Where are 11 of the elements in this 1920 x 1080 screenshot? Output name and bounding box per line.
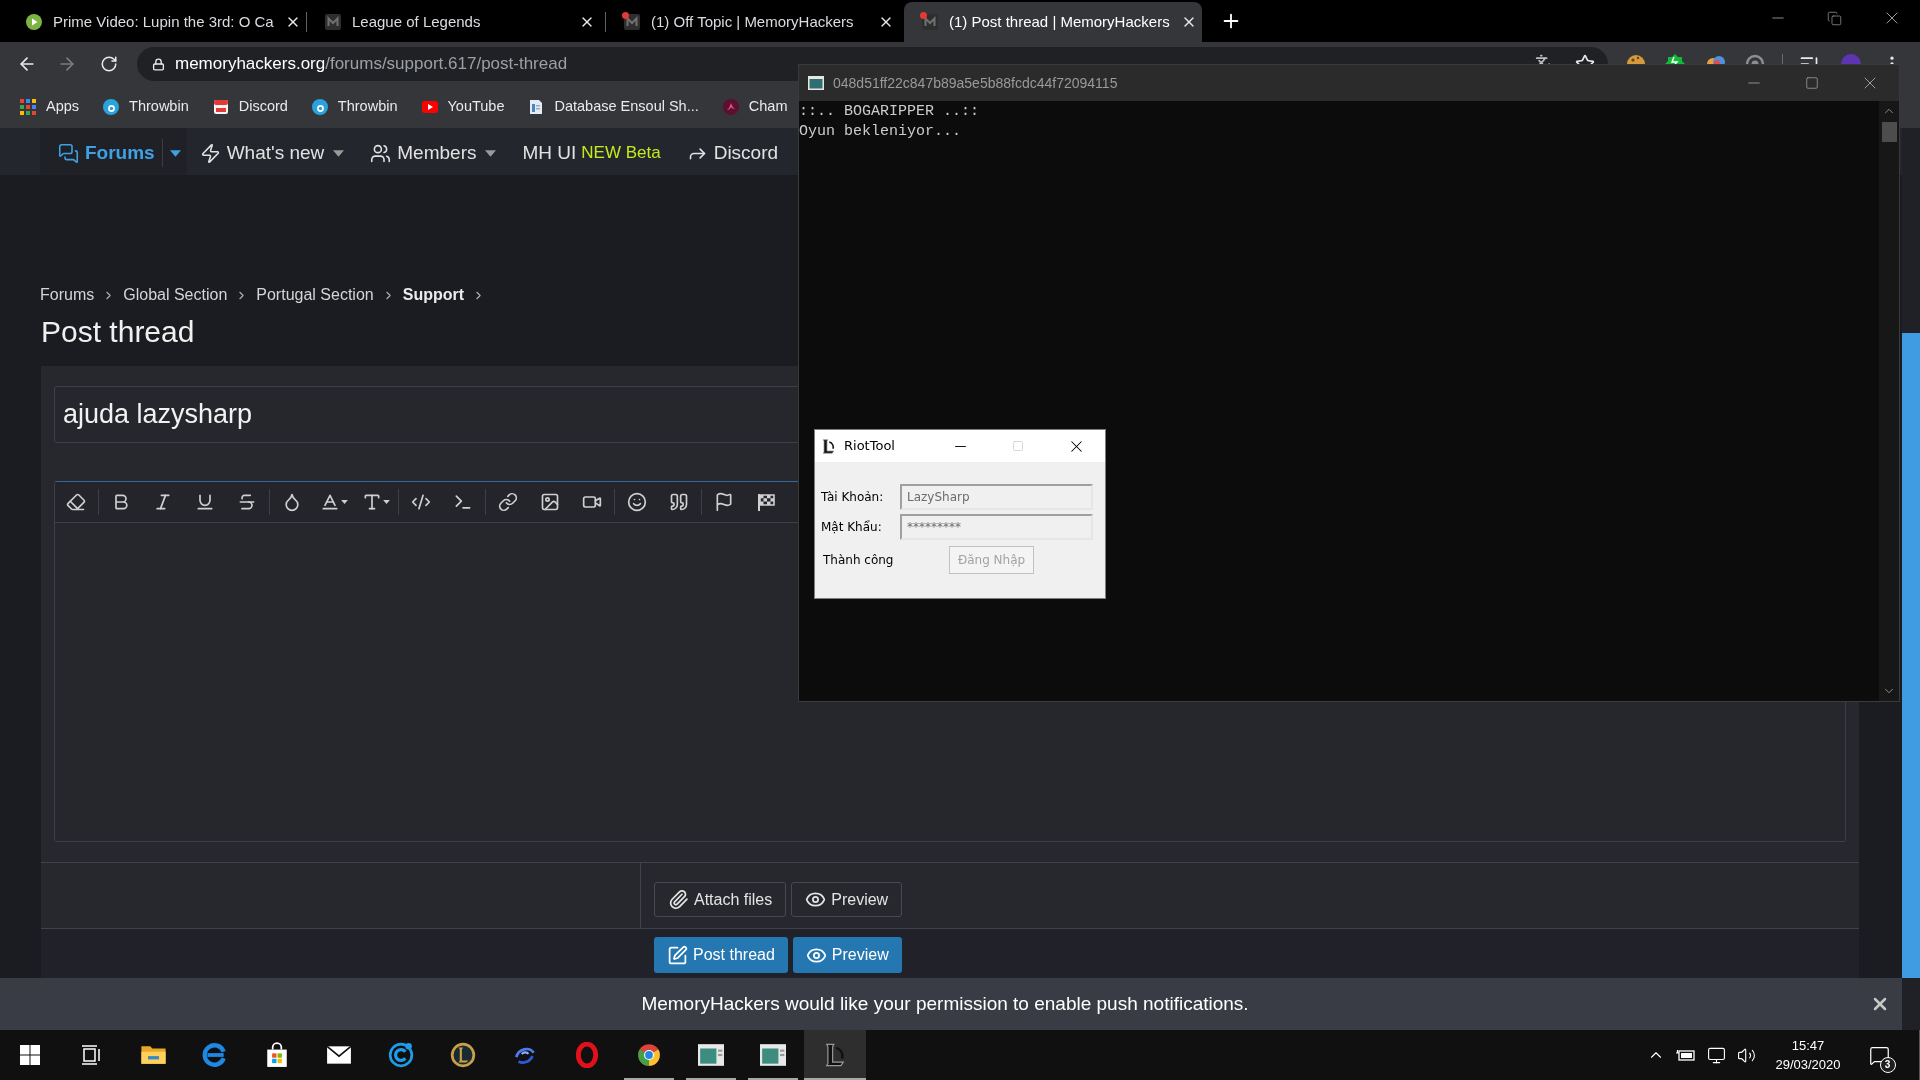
window-title: RiotTool xyxy=(844,437,895,456)
url-text: memoryhackers.org/forums/support.617/post-thread xyxy=(175,53,568,76)
page-title: Post thread xyxy=(41,314,195,350)
push-permission-message: MemoryHackers would like your permission to enable push notifications. xyxy=(641,991,1249,1016)
field-label: Tài Khoản: xyxy=(821,489,885,506)
field-label: Mật Khẩu: xyxy=(821,519,883,536)
status-text: Thành công xyxy=(822,552,895,569)
beta-label: NEW Beta xyxy=(581,142,661,165)
console-line: Oyun bekleniyor... xyxy=(799,122,962,142)
console-line: ::.. BOGARIPPER ..:: xyxy=(799,102,980,122)
notification-count: 3 xyxy=(1879,1056,1896,1073)
